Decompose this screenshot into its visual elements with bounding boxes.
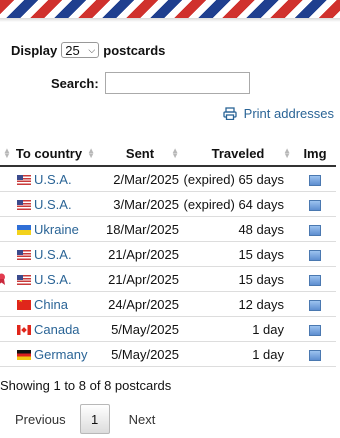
column-header-label: Sent [125,145,155,161]
column-header-label: Traveled [211,145,265,161]
printer-icon [223,107,237,120]
table-row: U.S.A. 2/Mar/2025 (expired) 65 days [0,166,336,192]
search-row: Search: [51,72,250,94]
us-flag-icon [17,274,31,285]
country-link[interactable]: Canada [34,322,80,337]
country-cell: U.S.A. [0,166,98,192]
germany-flag-icon [17,349,31,360]
sent-cell: 2/Mar/2025 [98,166,182,192]
country-cell: U.S.A. [0,266,98,292]
pagination: Previous 1 Next [15,404,155,434]
country-link[interactable]: U.S.A. [34,247,72,262]
sent-cell: 21/Apr/2025 [98,266,182,292]
next-page-button[interactable]: Next [129,412,156,427]
current-page-button[interactable]: 1 [79,404,110,434]
traveled-cell: 1 day [182,341,294,367]
china-flag-icon [17,299,31,310]
table-row: U.S.A. 21/Apr/2025 15 days [0,241,336,267]
canada-flag-icon [17,324,31,335]
page-length-control: Display 25 ⌵ postcards [11,41,165,59]
search-input[interactable] [104,72,250,94]
airmail-border [0,0,340,18]
sort-icon: ▲ ▼ [171,146,179,160]
page-length-value: 25 [65,42,80,58]
traveled-cell: (expired) 65 days [182,166,294,192]
country-link[interactable]: U.S.A. [34,272,72,287]
table-info: Showing 1 to 8 of 8 postcards [0,378,172,393]
column-header-img[interactable]: Img [294,141,336,167]
postcard-image-icon[interactable] [309,174,321,186]
us-flag-icon [17,199,31,210]
column-header-to-country[interactable]: ▲ ▼ To country ▲ ▼ [0,141,98,167]
page-length-select[interactable]: 25 ⌵ [61,42,100,58]
table-row: U.S.A. 3/Mar/2025 (expired) 64 days [0,191,336,217]
length-prefix-label: Display [11,42,58,58]
country-link[interactable]: Germany [34,347,87,362]
search-label: Search: [51,75,99,91]
postcard-image-icon[interactable] [309,224,321,236]
sent-cell: 5/May/2025 [98,316,182,342]
img-cell [294,191,336,217]
traveled-cell: 15 days [182,266,294,292]
length-suffix-label: postcards [103,42,166,58]
table-row: U.S.A. 21/Apr/2025 15 days [0,266,336,292]
traveled-cell: 15 days [182,241,294,267]
sent-cell: 18/Mar/2025 [98,216,182,242]
column-header-traveled[interactable]: Traveled ▲ ▼ [182,141,294,167]
us-flag-icon [17,249,31,260]
img-cell [294,216,336,242]
img-cell [294,166,336,192]
country-cell: Ukraine [0,216,98,242]
sort-icon: ▲ ▼ [283,146,291,160]
postcard-image-icon[interactable] [309,324,321,336]
sent-cell: 3/Mar/2025 [98,191,182,217]
country-cell: China [0,291,98,317]
traveled-cell: 12 days [182,291,294,317]
previous-page-button[interactable]: Previous [15,412,66,427]
country-cell: Germany [0,341,98,367]
country-cell: Canada [0,316,98,342]
table-row: Germany 5/May/2025 1 day [0,341,336,367]
print-addresses-link[interactable]: Print addresses [223,106,334,121]
country-link[interactable]: U.S.A. [34,172,72,187]
img-cell [294,266,336,292]
country-cell: U.S.A. [0,241,98,267]
print-addresses-label: Print addresses [243,106,334,121]
chevron-down-icon: ⌵ [88,44,96,55]
postcard-image-icon[interactable] [309,299,321,311]
table-row: China 24/Apr/202512 days [0,291,336,317]
column-header-sent[interactable]: Sent ▲ ▼ [98,141,182,167]
postcards-table: ▲ ▼ To country ▲ ▼ Sent ▲ ▼ Traveled ▲ ▼ Img… [0,141,336,367]
column-header-label: Img [303,145,327,161]
us-flag-icon [17,174,31,185]
ukraine-flag-icon [17,224,31,235]
sent-cell: 24/Apr/2025 [98,291,182,317]
country-cell: U.S.A. [0,191,98,217]
img-cell [294,241,336,267]
ribbon-icon [0,273,5,285]
postcards-table-wrapper: ▲ ▼ To country ▲ ▼ Sent ▲ ▼ Traveled ▲ ▼ Img… [0,141,336,367]
country-link[interactable]: Ukraine [34,222,79,237]
postcard-image-icon[interactable] [309,349,321,361]
airmail-border-shadow [0,18,340,22]
table-header-row: ▲ ▼ To country ▲ ▼ Sent ▲ ▼ Traveled ▲ ▼ Img [0,141,336,167]
country-link[interactable]: U.S.A. [34,197,72,212]
sort-icon: ▲ ▼ [87,146,95,160]
table-row: Canada 5/May/2025 1 day [0,316,336,342]
traveled-cell: 1 day [182,316,294,342]
table-row: Ukraine 18/Mar/2025 48 days [0,216,336,242]
traveled-cell: 48 days [182,216,294,242]
img-cell [294,316,336,342]
traveled-cell: (expired) 64 days [182,191,294,217]
postcard-image-icon[interactable] [309,274,321,286]
country-link[interactable]: China [34,297,68,312]
img-cell [294,291,336,317]
postcard-image-icon[interactable] [309,199,321,211]
sent-cell: 5/May/2025 [98,341,182,367]
sent-cell: 21/Apr/2025 [98,241,182,267]
sort-icon: ▲ ▼ [3,146,11,160]
postcard-image-icon[interactable] [309,249,321,261]
img-cell [294,341,336,367]
column-header-label: To country [15,145,83,161]
